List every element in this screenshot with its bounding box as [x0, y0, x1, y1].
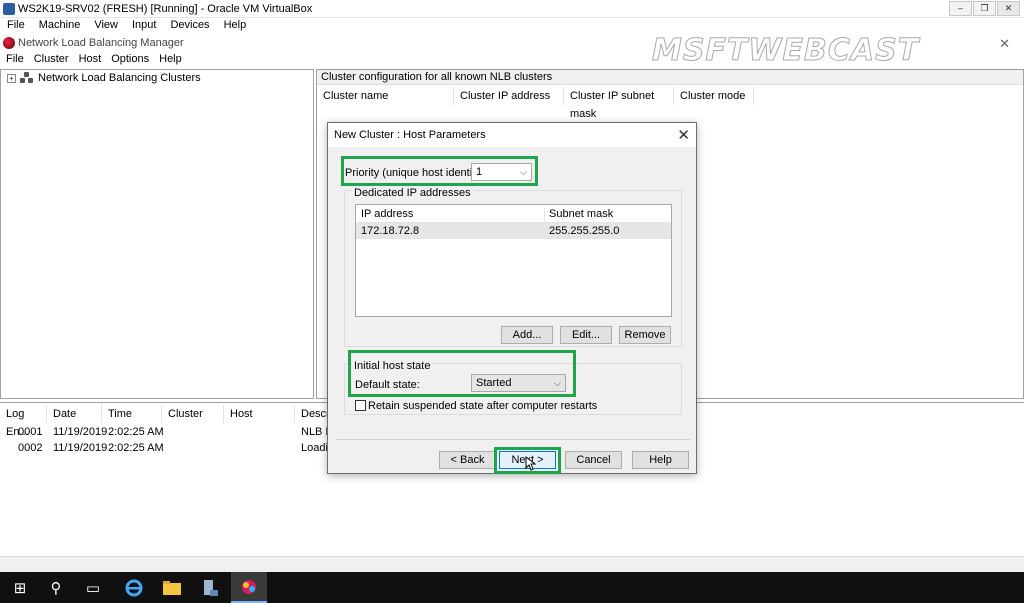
initial-host-state-label: Initial host state: [352, 360, 433, 372]
cancel-button[interactable]: Cancel: [565, 451, 622, 469]
restore-button[interactable]: ❐: [973, 1, 996, 16]
vbox-menu-view[interactable]: View: [94, 18, 118, 33]
dialog-close-icon[interactable]: ✕: [677, 126, 690, 144]
status-bar: [0, 556, 1024, 572]
vbox-window-title: WS2K19-SRV02 (FRESH) [Running] - Oracle …: [18, 3, 313, 15]
log-row[interactable]: 0002 11/19/2019 2:02:25 AM Loadin: [0, 440, 334, 456]
column-subnet-mask[interactable]: Subnet mask: [549, 208, 613, 220]
nlb-menu-file[interactable]: File: [6, 52, 24, 67]
file-explorer-icon[interactable]: [154, 572, 190, 603]
column-time[interactable]: Time: [102, 405, 162, 423]
dialog-title-bar: New Cluster : Host Parameters ✕: [328, 123, 696, 147]
nlb-menu-help[interactable]: Help: [159, 52, 182, 67]
column-log-entry[interactable]: Log En...: [0, 405, 47, 438]
nlb-app-icon: [3, 37, 15, 49]
column-cluster[interactable]: Cluster: [162, 405, 224, 423]
search-icon[interactable]: ⚲: [38, 572, 74, 603]
edit-ip-button[interactable]: Edit...: [560, 326, 612, 344]
internet-explorer-icon[interactable]: [116, 572, 152, 603]
column-ip-address[interactable]: IP address: [361, 208, 413, 220]
dedicated-ip-label: Dedicated IP addresses: [352, 187, 473, 199]
windows-start-icon[interactable]: ⊞: [2, 572, 38, 603]
retain-suspended-label: Retain suspended state after computer re…: [368, 400, 598, 412]
task-view-icon[interactable]: ▭: [75, 572, 111, 603]
close-button[interactable]: ✕: [997, 1, 1020, 16]
nlb-menu-host[interactable]: Host: [79, 52, 102, 67]
vbox-menu-file[interactable]: File: [7, 18, 25, 33]
nlb-menu-bar: File Cluster Host Options Help: [0, 52, 1024, 67]
tree-item-nlb-clusters[interactable]: + Network Load Balancing Clusters: [7, 72, 201, 84]
column-cluster-name[interactable]: Cluster name: [317, 87, 454, 105]
help-button[interactable]: Help: [632, 451, 689, 469]
chevron-down-icon: ⌵: [520, 167, 527, 177]
mouse-cursor-icon: [525, 456, 537, 471]
retain-suspended-checkbox[interactable]: [355, 400, 366, 411]
ip-list-header: IP address Subnet mask: [356, 205, 671, 226]
default-state-label: Default state:: [355, 379, 420, 391]
cluster-config-header: Cluster configuration for all known NLB …: [317, 70, 1023, 85]
column-cluster-mode[interactable]: Cluster mode: [674, 87, 754, 105]
default-state-select[interactable]: Started ⌵: [471, 374, 566, 392]
ip-list-row[interactable]: 172.18.72.8 255.255.255.0: [356, 223, 671, 239]
dedicated-ip-list[interactable]: IP address Subnet mask 172.18.72.8 255.2…: [355, 204, 672, 317]
back-button[interactable]: < Back: [439, 451, 496, 469]
priority-select[interactable]: 1 ⌵: [471, 163, 532, 181]
nlb-window-title: Network Load Balancing Manager: [18, 37, 184, 49]
expand-icon[interactable]: +: [7, 73, 16, 83]
vbox-menu-help[interactable]: Help: [224, 18, 247, 33]
cluster-icon: [20, 72, 34, 84]
cluster-columns: Cluster name Cluster IP address Cluster …: [317, 87, 754, 120]
server-manager-icon[interactable]: [192, 572, 228, 603]
chevron-down-icon: ⌵: [554, 378, 561, 388]
minimize-button[interactable]: –: [949, 1, 972, 16]
column-host[interactable]: Host: [224, 405, 295, 423]
vbox-title-bar: WS2K19-SRV02 (FRESH) [Running] - Oracle …: [0, 0, 1024, 18]
windows-taskbar: ⊞ ⚲ ▭: [0, 572, 1024, 603]
dialog-title: New Cluster : Host Parameters: [334, 129, 486, 141]
vbox-menu-devices[interactable]: Devices: [170, 18, 209, 33]
cluster-tree-pane: + Network Load Balancing Clusters: [0, 69, 314, 399]
dialog-separator: [336, 439, 690, 440]
tree-item-label: Network Load Balancing Clusters: [38, 72, 201, 84]
host-parameters-dialog: New Cluster : Host Parameters ✕ Priority…: [327, 122, 697, 474]
add-ip-button[interactable]: Add...: [501, 326, 553, 344]
nlb-close-icon[interactable]: ✕: [999, 36, 1010, 52]
vbox-menu-input[interactable]: Input: [132, 18, 156, 33]
column-cluster-mask[interactable]: Cluster IP subnet mask: [564, 87, 674, 120]
column-cluster-ip[interactable]: Cluster IP address: [454, 87, 564, 105]
remove-ip-button[interactable]: Remove: [619, 326, 671, 344]
nlb-menu-options[interactable]: Options: [111, 52, 149, 67]
log-row[interactable]: 0001 11/19/2019 2:02:25 AM NLB M: [0, 424, 335, 440]
column-date[interactable]: Date: [47, 405, 102, 423]
vbox-menu-bar: File Machine View Input Devices Help: [0, 18, 1024, 33]
nlb-menu-cluster[interactable]: Cluster: [34, 52, 69, 67]
nlb-manager-taskbar-icon[interactable]: [231, 572, 267, 603]
log-columns: Log En... Date Time Cluster Host Descri: [0, 405, 355, 438]
virtualbox-icon: [3, 3, 15, 15]
vbox-menu-machine[interactable]: Machine: [39, 18, 81, 33]
